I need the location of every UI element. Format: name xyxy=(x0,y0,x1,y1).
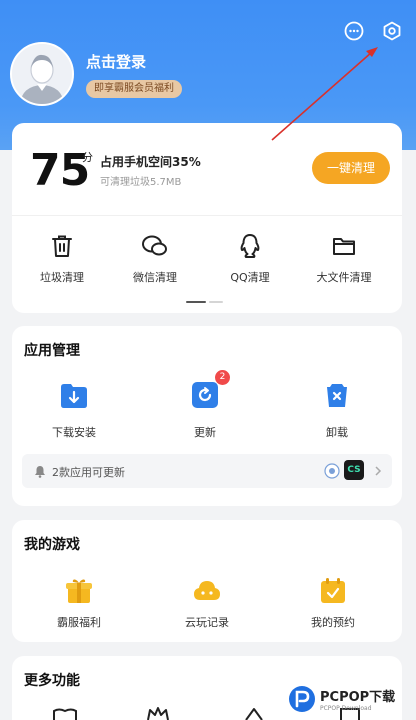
game-item-label: 云玩记录 xyxy=(185,616,229,629)
watermark-brand: PCPOP下载 xyxy=(320,690,396,705)
tool-qq-clean[interactable]: QQ清理 xyxy=(210,233,290,285)
section-title-my-games: 我的游戏 xyxy=(24,537,80,553)
app-thumbnail-icon xyxy=(324,463,340,479)
folder-icon xyxy=(333,238,355,255)
game-item-label: 霸服福利 xyxy=(57,616,101,629)
trash-icon xyxy=(52,235,72,257)
qq-icon xyxy=(240,234,260,258)
crown-icon[interactable] xyxy=(146,706,170,720)
score-unit: 分 xyxy=(82,151,93,164)
tool-label: QQ清理 xyxy=(230,271,270,284)
pcpop-logo-icon xyxy=(289,686,315,712)
tool-label: 垃圾清理 xyxy=(40,271,84,284)
wechat-icon xyxy=(142,235,167,256)
update-notice-bar[interactable]: 2款应用可更新 CS xyxy=(22,454,392,488)
tool-label: 微信清理 xyxy=(133,271,177,284)
update-icon xyxy=(192,382,218,408)
bell-icon xyxy=(35,466,45,478)
my-games-card: 我的游戏 霸服福利 云玩记录 我的预约 xyxy=(12,520,402,642)
tag-icon[interactable] xyxy=(242,706,266,720)
chevron-right-icon xyxy=(375,466,382,476)
app-item-label: 更新 xyxy=(194,426,216,439)
app-update[interactable]: 2 更新 xyxy=(160,370,250,440)
cs-app-icon: CS xyxy=(344,460,364,480)
app-management-card: 应用管理 下载安装 2 更新 卸载 2款应用可更新 CS xyxy=(12,326,402,506)
app-item-label: 卸载 xyxy=(326,426,348,439)
pager-active xyxy=(186,301,206,303)
annotation-arrow xyxy=(271,47,378,141)
book-icon[interactable] xyxy=(52,708,78,720)
cloud-gamepad-icon xyxy=(194,581,220,600)
space-usage-text: 占用手机空间35% xyxy=(100,155,201,169)
watermark-sub: PCPOP Download xyxy=(320,705,372,712)
pager-inactive xyxy=(209,301,223,303)
tool-wechat-clean[interactable]: 微信清理 xyxy=(115,233,195,285)
divider xyxy=(12,215,402,216)
update-notice-text: 2款应用可更新 xyxy=(52,466,125,479)
app-download-install[interactable]: 下载安装 xyxy=(29,380,119,440)
game-item-label: 我的预约 xyxy=(311,616,355,629)
one-click-clean-button[interactable]: 一键清理 xyxy=(312,152,390,184)
game-cloud-play-records[interactable]: 云玩记录 xyxy=(162,576,252,630)
uninstall-icon xyxy=(327,384,347,407)
gift-icon xyxy=(66,579,92,603)
storage-card: 75 分 占用手机空间35% 可清理垃圾5.7MB 一键清理 垃圾清理 微信清理… xyxy=(12,123,402,313)
tool-junk-clean[interactable]: 垃圾清理 xyxy=(22,233,102,285)
app-uninstall[interactable]: 卸载 xyxy=(292,380,382,440)
section-title-more-functions: 更多功能 xyxy=(24,673,80,689)
pcpop-watermark: PCPOP下载 PCPOP Download xyxy=(288,683,414,717)
section-title-app-management: 应用管理 xyxy=(24,343,80,359)
game-my-reservations[interactable]: 我的预约 xyxy=(288,576,378,630)
download-folder-icon xyxy=(61,384,87,408)
app-item-label: 下载安装 xyxy=(52,426,96,439)
junk-size-text: 可清理垃圾5.7MB xyxy=(100,177,182,188)
tool-label: 大文件清理 xyxy=(316,271,372,284)
calendar-check-icon xyxy=(321,578,345,603)
storage-score: 75 xyxy=(30,145,90,196)
tool-large-file-clean[interactable]: 大文件清理 xyxy=(304,233,384,285)
update-count-badge: 2 xyxy=(215,370,230,385)
game-vip-benefits[interactable]: 霸服福利 xyxy=(34,576,124,630)
